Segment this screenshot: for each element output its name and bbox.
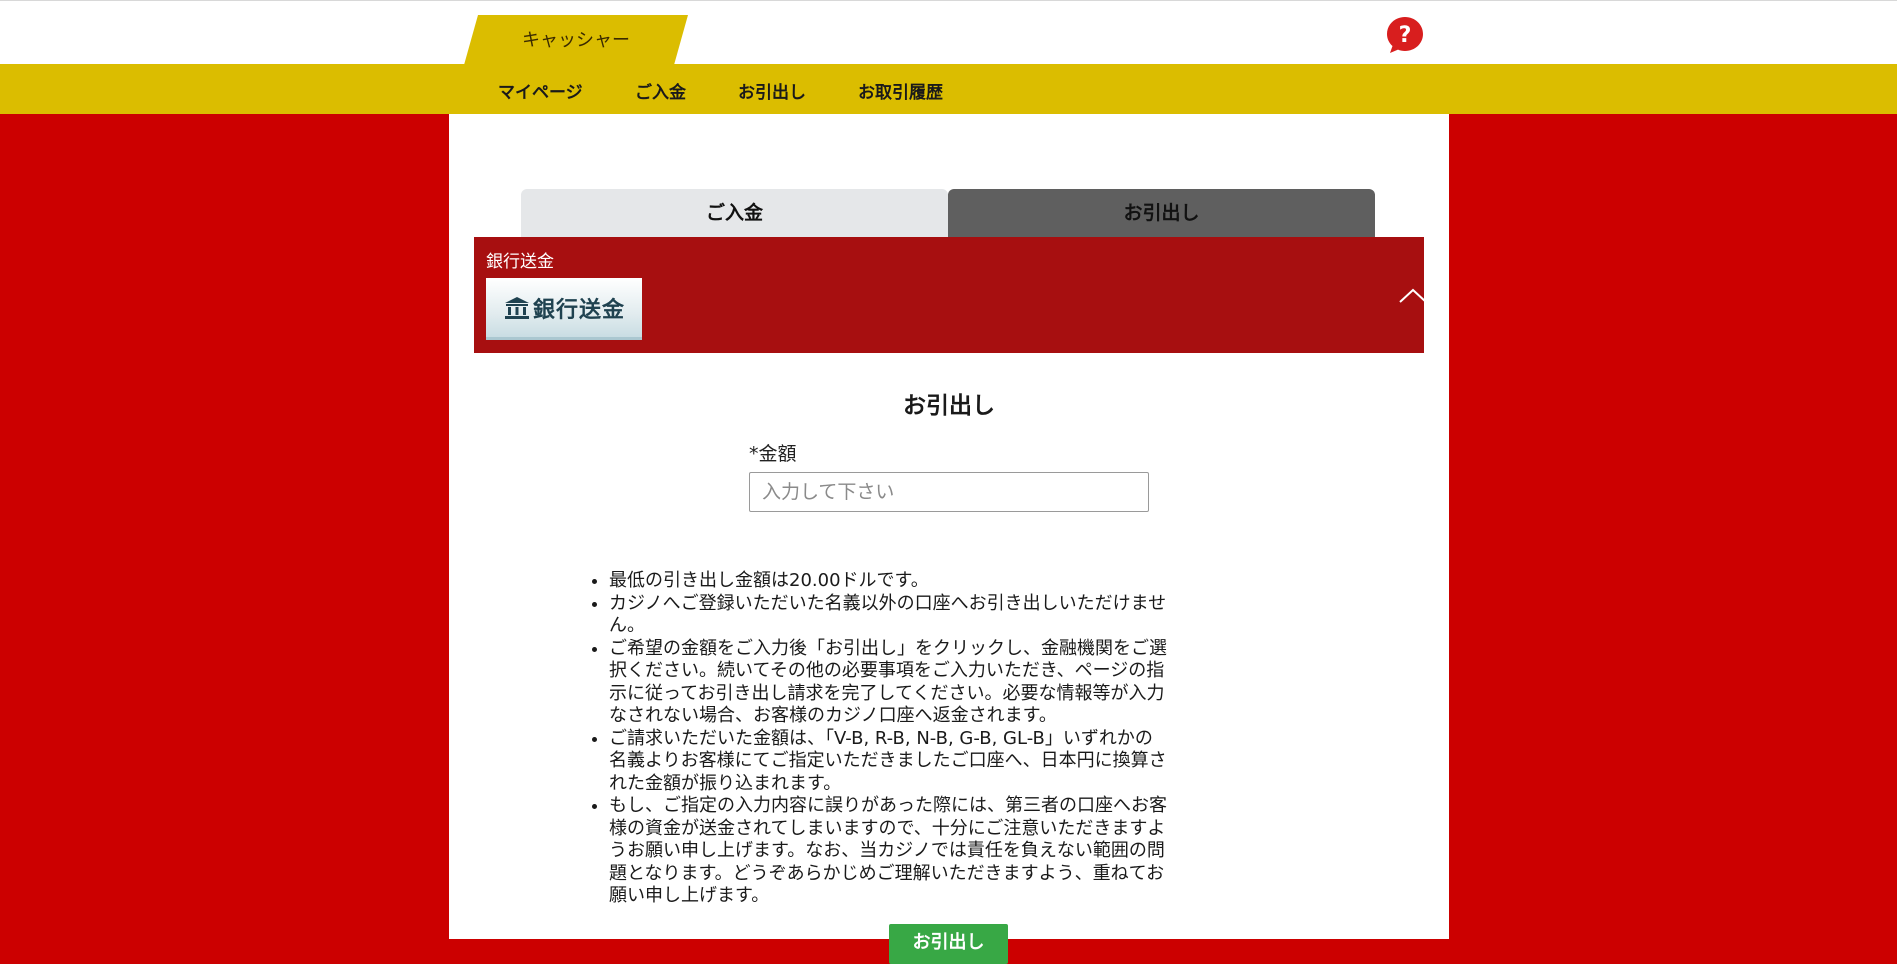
withdraw-form-title: お引出し <box>903 393 995 419</box>
nav-item-history[interactable]: お取引履歴 <box>858 78 943 103</box>
list-item: 最低の引き出し金額は20.00ドルです。 <box>609 570 1167 593</box>
amount-label: *金額 <box>749 443 797 465</box>
withdraw-submit-button[interactable]: お引出し <box>889 924 1008 964</box>
cashier-tab-label: キャッシャー <box>522 30 630 51</box>
top-header: キャッシャー ? <box>0 0 1897 64</box>
help-question-icon[interactable]: ? <box>1385 15 1425 55</box>
list-item: カジノへご登録いただいた名義以外の口座へお引き出しいただけません。 <box>609 593 1167 638</box>
list-item: ご希望の金額をご入力後「お引出し」をクリックし、金融機関をご選択ください。続いて… <box>609 638 1167 728</box>
nav-item-mypage[interactable]: マイページ <box>498 78 583 103</box>
amount-input[interactable] <box>749 472 1149 512</box>
payment-method-label: 銀行送金 <box>486 252 554 272</box>
chevron-up-icon[interactable] <box>1398 286 1428 304</box>
bank-logo-text: 銀行送金 <box>533 298 626 323</box>
bank-transfer-logo[interactable]: 銀行送金 <box>486 278 642 340</box>
tab-withdraw[interactable]: お引出し <box>948 189 1375 237</box>
list-item: ご請求いただいた金額は、「V-B, R-B, N-B, G-B, GL-B」いず… <box>609 728 1167 796</box>
tab-deposit[interactable]: ご入金 <box>521 189 948 237</box>
nav-item-deposit[interactable]: ご入金 <box>635 78 686 103</box>
nav-item-withdraw[interactable]: お引出し <box>738 78 806 103</box>
svg-text:?: ? <box>1399 23 1412 48</box>
list-item: もし、ご指定の入力内容に誤りがあった際には、第三者の口座へお客様の資金が送金され… <box>609 795 1167 908</box>
main-content: ご入金 お引出し 銀行送金 銀行送金 お引出し *金額 最低の引き出し金額は20… <box>449 114 1449 964</box>
payment-method-header[interactable]: 銀行送金 銀行送金 <box>474 237 1427 353</box>
cashier-tab[interactable]: キャッシャー <box>464 15 688 65</box>
withdraw-notes: 最低の引き出し金額は20.00ドルです。 カジノへご登録いただいた名義以外の口座… <box>591 570 1167 908</box>
bank-building-icon <box>505 297 529 319</box>
main-nav: マイページ ご入金 お引出し お取引履歴 <box>0 64 1897 114</box>
